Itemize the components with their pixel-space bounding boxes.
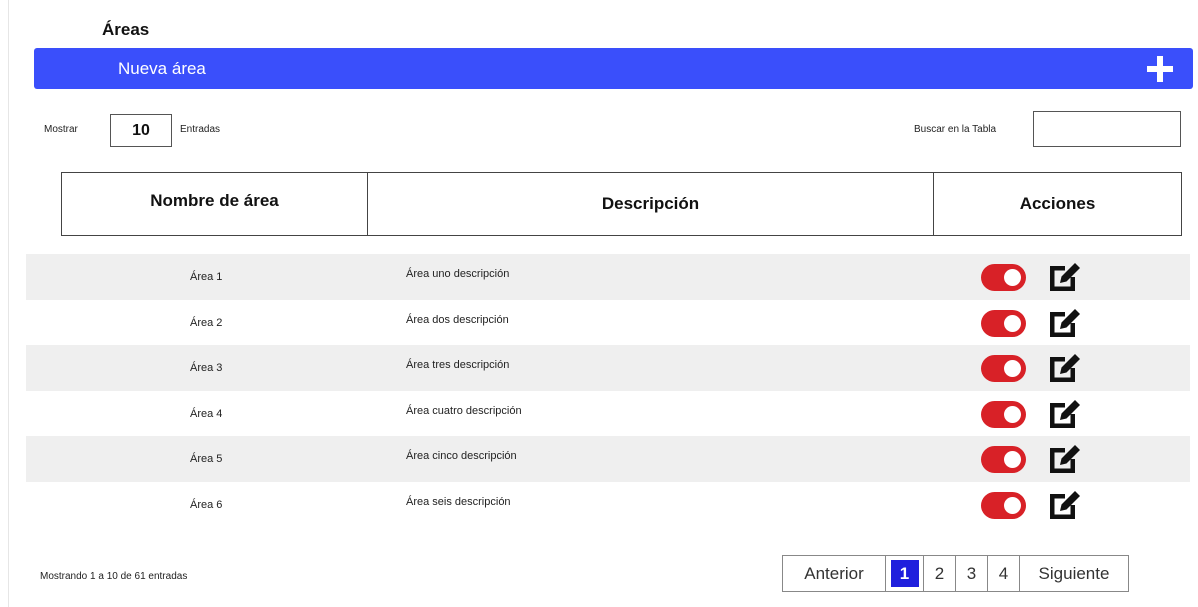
toggle-switch-icon[interactable] bbox=[981, 355, 1026, 382]
area-description: Área cuatro descripción bbox=[406, 404, 522, 417]
toggle-knob bbox=[1004, 405, 1021, 423]
table-row: Área 5 Área cinco descripción bbox=[26, 436, 1190, 482]
table-row: Área 2 Área dos descripción bbox=[26, 300, 1190, 346]
toggle-switch-icon[interactable] bbox=[981, 309, 1026, 337]
page-title: Áreas bbox=[102, 20, 150, 39]
plus-icon[interactable] bbox=[1147, 56, 1173, 82]
column-header-actions: Acciones bbox=[1019, 194, 1096, 213]
table-row: Área 3 Área tres descripción bbox=[26, 345, 1190, 391]
table-body: Área 1 Área uno descripción Área 2 Área … bbox=[26, 254, 1190, 527]
pagination-next[interactable]: Siguiente bbox=[1020, 556, 1128, 591]
toggle-knob bbox=[1004, 451, 1021, 468]
search-input[interactable] bbox=[1033, 111, 1181, 147]
area-description: Área cinco descripción bbox=[406, 450, 517, 462]
edit-icon[interactable] bbox=[1046, 350, 1082, 384]
entries-info: Mostrando 1 a 10 de 61 entradas bbox=[40, 571, 188, 582]
column-header-name: Nombre de área bbox=[62, 173, 368, 235]
edit-icon[interactable] bbox=[1046, 305, 1082, 339]
toggle-knob bbox=[1004, 360, 1021, 377]
new-area-bar[interactable]: Nueva área bbox=[34, 48, 1193, 89]
toggle-switch-icon[interactable] bbox=[981, 264, 1026, 291]
column-header-description: Descripción bbox=[368, 173, 934, 235]
edit-icon[interactable] bbox=[1046, 259, 1082, 293]
area-name: Área 4 bbox=[190, 407, 223, 420]
edit-icon[interactable] bbox=[1046, 487, 1082, 521]
toggle-switch-icon[interactable] bbox=[981, 400, 1026, 428]
entries-label: Entradas bbox=[180, 124, 221, 135]
area-name: Área 1 bbox=[190, 271, 223, 283]
toggle-switch-icon[interactable] bbox=[981, 446, 1026, 473]
toggle-knob bbox=[1004, 269, 1021, 286]
toggle-switch-icon[interactable] bbox=[981, 491, 1026, 519]
area-description: Área tres descripción bbox=[406, 359, 510, 371]
pagination: Anterior 1 2 3 4 Siguiente bbox=[782, 555, 1129, 592]
pagination-page-1-cell: 1 bbox=[886, 556, 924, 591]
area-name: Área 6 bbox=[190, 498, 223, 511]
table-header: Nombre de área Descripción Acciones bbox=[61, 172, 1182, 236]
pagination-page-3[interactable]: 3 bbox=[956, 556, 988, 591]
new-area-label: Nueva área bbox=[118, 59, 206, 78]
search-label: Buscar en la Tabla bbox=[914, 124, 997, 135]
table-row: Área 6 Área seis descripción bbox=[26, 482, 1190, 528]
area-name: Área 2 bbox=[190, 316, 223, 329]
show-label: Mostrar bbox=[44, 124, 78, 135]
left-divider bbox=[8, 0, 9, 607]
area-description: Área seis descripción bbox=[406, 495, 511, 508]
table-row: Área 1 Área uno descripción bbox=[26, 254, 1190, 300]
pagination-previous[interactable]: Anterior bbox=[783, 556, 886, 591]
toggle-knob bbox=[1004, 496, 1021, 514]
pagination-page-2[interactable]: 2 bbox=[924, 556, 956, 591]
area-description: Área uno descripción bbox=[406, 268, 510, 280]
area-description: Área dos descripción bbox=[406, 313, 509, 326]
area-name: Área 5 bbox=[190, 453, 223, 465]
pagination-page-1[interactable]: 1 bbox=[890, 560, 919, 587]
table-row: Área 4 Área cuatro descripción bbox=[26, 391, 1190, 437]
edit-icon[interactable] bbox=[1046, 396, 1082, 430]
edit-icon[interactable] bbox=[1046, 441, 1082, 475]
entries-per-page-select[interactable]: 10 bbox=[110, 114, 172, 147]
toggle-knob bbox=[1004, 314, 1021, 332]
pagination-page-4[interactable]: 4 bbox=[988, 556, 1020, 591]
area-name: Área 3 bbox=[190, 362, 223, 374]
